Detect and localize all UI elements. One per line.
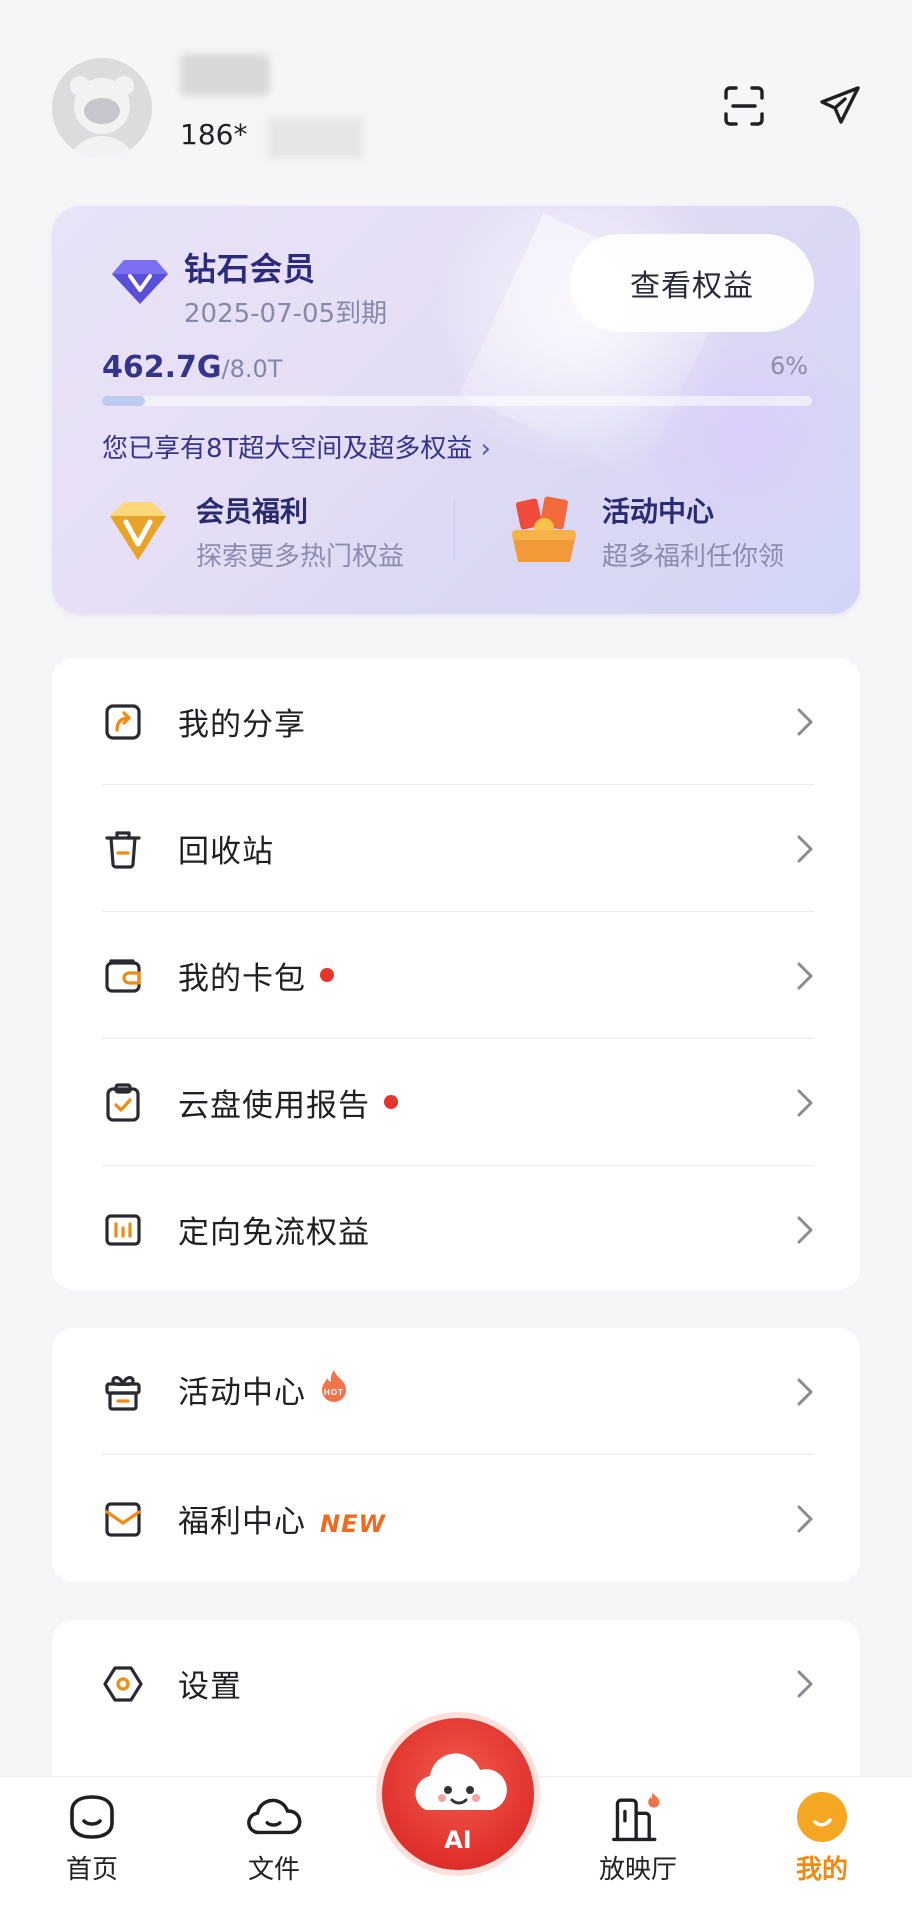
view-rights-button[interactable]: 查看权益	[570, 234, 814, 332]
menu-label-text: 我的卡包	[178, 961, 306, 997]
username-redacted	[180, 54, 270, 96]
nav-files[interactable]: 文件	[214, 1789, 334, 1886]
chevron-right-icon	[797, 1089, 813, 1116]
benefit-subtitle-activity: 超多福利任你领	[602, 542, 785, 572]
menu-item-activity-center[interactable]: 活动中心 HOT	[52, 1328, 860, 1455]
hot-badge-icon: HOT	[318, 1368, 350, 1412]
nav-label: 我的	[795, 1855, 848, 1885]
chevron-right-icon	[797, 1216, 813, 1243]
benefit-subtitle-vip: 探索更多热门权益	[196, 542, 405, 572]
home-icon	[64, 1789, 120, 1845]
share-icon	[102, 701, 144, 743]
menu-item-welfare-center[interactable]: 福利中心 NEW	[52, 1455, 860, 1582]
cloud-icon	[246, 1789, 302, 1845]
theater-icon	[610, 1789, 666, 1845]
envelope-icon	[102, 1498, 144, 1540]
menu-label: 设置	[178, 1669, 242, 1705]
menu-label: 福利中心 NEW	[178, 1496, 386, 1541]
menu-label: 回收站	[178, 834, 274, 870]
storage-progress-fill	[102, 396, 145, 406]
menu-item-usage-report[interactable]: 云盘使用报告	[52, 1039, 860, 1166]
settings-icon	[102, 1663, 144, 1705]
report-icon	[102, 1082, 144, 1124]
scan-icon[interactable]	[716, 78, 772, 134]
chevron-right-icon	[797, 1378, 813, 1405]
data-plan-icon	[102, 1209, 144, 1251]
notification-dot	[320, 967, 334, 982]
menu-group-2: 活动中心 HOT 福利中心 NEW	[52, 1328, 860, 1582]
profile-icon	[794, 1789, 850, 1845]
menu-label-text: 福利中心	[178, 1504, 306, 1540]
promo-text: 您已享有8T超大空间及超多权益	[102, 434, 473, 464]
menu-item-my-share[interactable]: 我的分享	[52, 658, 860, 785]
menu-label: 我的卡包	[178, 953, 334, 998]
storage-used: 462.7G	[102, 350, 222, 385]
chevron-right-icon	[797, 962, 813, 989]
diamond-icon	[112, 258, 168, 310]
chevron-right-icon	[797, 835, 813, 862]
avatar[interactable]	[52, 58, 152, 158]
chevron-right-icon: ›	[480, 434, 491, 464]
menu-item-card-wallet[interactable]: 我的卡包	[52, 912, 860, 1039]
chevron-right-icon	[797, 1670, 813, 1697]
chevron-right-icon	[797, 708, 813, 735]
nav-theater[interactable]: 放映厅	[578, 1789, 698, 1886]
menu-group-1: 我的分享 回收站 我的卡包 云盘使用报告 定向免流权益	[52, 658, 860, 1290]
nav-home[interactable]: 首页	[32, 1789, 152, 1886]
nav-mine[interactable]: 我的	[762, 1789, 882, 1886]
menu-item-recycle-bin[interactable]: 回收站	[52, 785, 860, 912]
storage-usage: 462.7G/8.0T	[102, 350, 282, 385]
chevron-right-icon	[797, 1505, 813, 1532]
menu-label-text: 活动中心	[178, 1374, 306, 1411]
gift-icon	[102, 1371, 144, 1413]
menu-label: 定向免流权益	[178, 1215, 370, 1251]
vip-crown-icon[interactable]	[100, 494, 176, 570]
menu-label: 活动中心 HOT	[178, 1367, 350, 1417]
new-badge: NEW	[320, 1510, 386, 1538]
storage-progress-bar	[102, 396, 812, 406]
menu-label: 我的分享	[178, 707, 306, 743]
benefit-title-activity[interactable]: 活动中心	[602, 490, 714, 530]
wallet-icon	[102, 955, 144, 997]
promo-link[interactable]: 您已享有8T超大空间及超多权益 ›	[102, 428, 491, 465]
storage-total: /8.0T	[221, 355, 283, 383]
nav-label: 文件	[247, 1855, 300, 1885]
red-envelope-basket-icon[interactable]	[506, 494, 582, 570]
phone-redacted	[268, 118, 363, 158]
menu-label: 云盘使用报告	[178, 1080, 398, 1125]
menu-item-data-plan[interactable]: 定向免流权益	[52, 1166, 860, 1293]
benefit-title-vip[interactable]: 会员福利	[196, 490, 308, 530]
send-icon[interactable]	[812, 78, 868, 134]
card-divider	[454, 500, 455, 560]
ai-label: AI	[444, 1826, 472, 1854]
trash-icon	[102, 828, 144, 870]
notification-dot	[384, 1094, 398, 1109]
phone-number: 186*	[180, 118, 248, 151]
nav-label: 首页	[65, 1855, 118, 1885]
nav-label: 放映厅	[598, 1855, 677, 1885]
hot-badge-text: HOT	[324, 1388, 344, 1397]
member-tier: 钻石会员	[184, 250, 317, 288]
storage-percent: 6%	[770, 352, 809, 380]
expire-date: 2025-07-05到期	[184, 299, 388, 329]
menu-label-text: 云盘使用报告	[178, 1088, 370, 1124]
